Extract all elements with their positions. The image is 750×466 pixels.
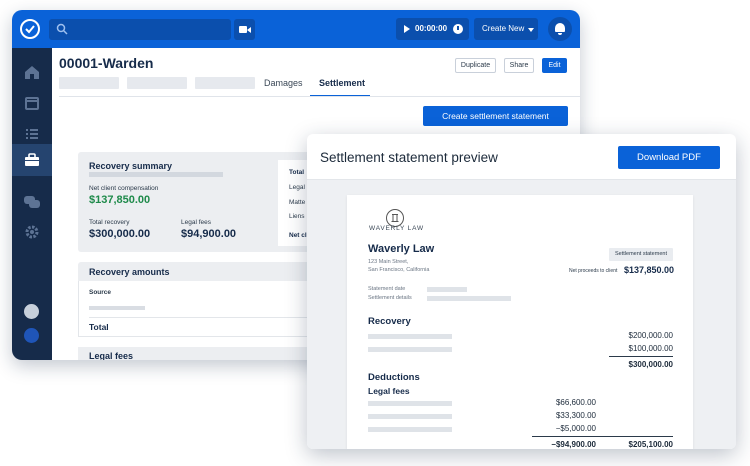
firm-name: Waverly Law [368, 243, 435, 255]
placeholder-line [368, 427, 452, 432]
side-item: Legal [289, 184, 305, 191]
side-item: Liens [289, 213, 305, 220]
table-divider [89, 317, 329, 318]
fee-value: −$5,000.00 [555, 424, 596, 433]
recovery-summary-title: Recovery summary [89, 161, 173, 171]
create-settlement-statement-button[interactable]: Create settlement statement [423, 106, 568, 126]
placeholder-line [89, 306, 145, 310]
placeholder-line [368, 414, 452, 419]
grand-total: $205,100.00 [628, 440, 674, 449]
fee-value: $33,300.00 [555, 411, 596, 420]
side-item: Net cl [289, 232, 307, 239]
download-pdf-button[interactable]: Download PDF [618, 146, 720, 169]
total-rule [532, 436, 673, 437]
chevron-down-icon [528, 28, 534, 32]
total-recovery-label: Total recovery [89, 219, 130, 226]
placeholder-line [89, 172, 223, 177]
video-camera-icon[interactable] [234, 19, 255, 40]
legal-fees-value: $94,900.00 [181, 228, 237, 240]
status-circle-icon [24, 304, 39, 319]
placeholder-line [368, 334, 452, 339]
settlement-details-label: Settlement details [368, 295, 412, 301]
create-new-button[interactable]: Create New [474, 18, 538, 40]
page-title: 00001-Warden [59, 55, 154, 71]
settlement-statement-badge: Settlement statement [609, 248, 673, 261]
recovery-section-title: Recovery [368, 316, 411, 327]
home-icon[interactable] [22, 62, 42, 82]
net-compensation-value: $137,850.00 [89, 194, 151, 206]
net-compensation-label: Net client compensation [89, 185, 159, 192]
logo-text: WAVERLY LAW [369, 225, 424, 232]
play-icon[interactable] [404, 25, 410, 33]
placeholder-tab[interactable] [59, 77, 119, 89]
avatar[interactable] [24, 328, 39, 343]
edit-button[interactable]: Edit [542, 58, 567, 73]
address-line: San Francisco, California [368, 267, 430, 273]
list-icon[interactable] [22, 124, 42, 144]
recovery-total-label: Total [89, 322, 109, 332]
gear-icon[interactable] [22, 222, 42, 242]
duplicate-button[interactable]: Duplicate [455, 58, 496, 73]
source-column-header: Source [89, 289, 112, 296]
legal-fees-title: Legal fees [89, 351, 134, 360]
statement-date-label: Statement date [368, 286, 406, 292]
placeholder-line [427, 296, 511, 301]
fee-value: $66,600.00 [555, 398, 596, 407]
tab-settlement[interactable]: Settlement [319, 78, 365, 88]
recovery-value: $200,000.00 [628, 331, 674, 340]
calendar-icon[interactable] [22, 93, 42, 113]
recovery-value: $100,000.00 [628, 344, 674, 353]
header-divider [59, 96, 580, 97]
sidebar [12, 48, 52, 360]
total-recovery-value: $300,000.00 [89, 228, 151, 240]
timer-value: 00:00:00 [415, 24, 448, 33]
settlement-preview-modal: Settlement statement preview Download PD… [307, 134, 736, 449]
deductions-section-title: Deductions [368, 372, 420, 383]
search-input[interactable] [49, 19, 231, 40]
tab-damages[interactable]: Damages [264, 78, 303, 88]
address-line: 123 Main Street, [368, 259, 409, 265]
recovery-total: $300,000.00 [628, 360, 674, 369]
placeholder-line [427, 287, 467, 292]
share-button[interactable]: Share [504, 58, 534, 73]
briefcase-icon[interactable] [22, 150, 42, 170]
settlement-document: WAVERLY LAW Waverly Law 123 Main Street,… [347, 195, 693, 449]
timer-control[interactable]: 00:00:00 [396, 18, 469, 40]
top-bar: 00:00:00 Create New [12, 10, 580, 48]
legal-fees-label: Legal fees [181, 219, 211, 226]
placeholder-tab[interactable] [195, 77, 255, 89]
legal-fees-subtitle: Legal fees [368, 386, 410, 396]
net-proceeds-value: $137,850.00 [624, 265, 675, 275]
clock-icon [453, 24, 463, 34]
total-rule [609, 356, 673, 357]
chat-icon[interactable] [22, 192, 42, 212]
placeholder-line [368, 401, 452, 406]
net-proceeds-label: Net proceeds to client [569, 268, 618, 274]
side-item: Matte [289, 199, 306, 206]
placeholder-tab[interactable] [127, 77, 187, 89]
search-icon [56, 23, 68, 35]
fee-total: −$94,900.00 [551, 440, 596, 449]
placeholder-line [368, 347, 452, 352]
bell-icon[interactable] [548, 17, 572, 41]
modal-title: Settlement statement preview [320, 150, 498, 165]
app-logo-icon[interactable] [20, 19, 40, 39]
side-item: Total [289, 169, 305, 176]
recovery-amounts-title: Recovery amounts [89, 267, 170, 277]
